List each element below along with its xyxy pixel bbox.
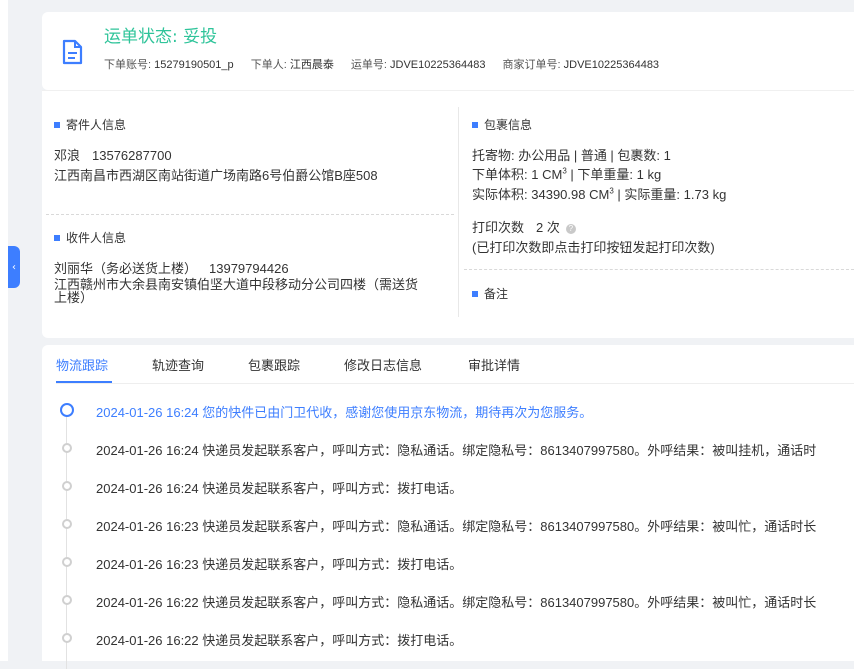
receiver-contact: 刘丽华（务必送货上楼） 13979794426 bbox=[54, 258, 289, 277]
print-count-value: 2 次 bbox=[536, 220, 560, 235]
timeline-dot bbox=[62, 443, 72, 453]
section-marker-icon bbox=[54, 121, 60, 128]
timeline-entry: 2024-01-26 16:24 您的快件已由门卫代收，感谢您使用京东物流，期待… bbox=[96, 405, 593, 420]
timeline-entry: 2024-01-26 16:22 快递员发起联系客户，呼叫方式：隐私通话。绑定隐… bbox=[96, 595, 817, 610]
sender-section-title: 寄件人信息 bbox=[54, 116, 126, 133]
timeline-entry: 2024-01-26 16:24 快递员发起联系客户，呼叫方式：隐私通话。绑定隐… bbox=[96, 443, 817, 458]
sender-phone: 13576287700 bbox=[92, 148, 172, 163]
section-marker-icon bbox=[472, 121, 478, 128]
dimension-separator: | bbox=[617, 187, 621, 202]
sender-address: 江西南昌市西湖区南站街道广场南路6号伯爵公馆B座508 bbox=[54, 168, 378, 183]
actual-weight-label: 实际重量: bbox=[624, 187, 681, 202]
waybill-number-label: 运单号: bbox=[350, 59, 387, 71]
actual-volume-value: 34390.98 CM bbox=[531, 187, 610, 202]
section-marker-icon bbox=[472, 290, 478, 297]
timeline-dot bbox=[62, 595, 72, 605]
sender-name: 邓浪 bbox=[54, 148, 81, 163]
section-marker-icon bbox=[54, 234, 60, 241]
timeline-entry: 2024-01-26 16:23 快递员发起联系客户，呼叫方式：隐私通话。绑定隐… bbox=[96, 519, 817, 534]
merchant-order-value: JDVE10225364483 bbox=[563, 59, 660, 71]
sender-receiver-divider bbox=[46, 214, 454, 215]
tab-package-tracking[interactable]: 包裹跟踪 bbox=[248, 355, 300, 374]
chevron-left-icon: ‹ bbox=[12, 261, 16, 273]
dimension-separator: | bbox=[570, 167, 574, 182]
package-order-dimensions: 下单体积: 1 CM3 | 下单重量: 1 kg bbox=[472, 164, 661, 183]
active-tab-indicator bbox=[56, 381, 112, 383]
print-count-row: 打印次数 2 次? bbox=[472, 217, 576, 236]
tab-logistics-tracking[interactable]: 物流跟踪 bbox=[56, 355, 108, 374]
print-count-hint: (已打印次数即点击打印按钮发起打印次数) bbox=[472, 240, 715, 255]
cube-unit-superscript: 3 bbox=[609, 186, 614, 196]
tracking-card: 物流跟踪 轨迹查询 包裹跟踪 修改日志信息 审批详情 2024-01-26 16… bbox=[42, 345, 854, 669]
receiver-name: 刘丽华（务必送货上楼） bbox=[54, 261, 198, 276]
receiver-address: 江西赣州市大余县南安镇伯坚大道中段移动分公司四楼（需送货上楼） bbox=[54, 277, 419, 305]
order-account-value: 15279190501_p bbox=[154, 59, 234, 71]
order-person-label: 下单人: bbox=[250, 59, 287, 71]
actual-volume-label: 实际体积: bbox=[472, 187, 528, 202]
package-section-title: 包裹信息 bbox=[472, 116, 532, 133]
column-divider bbox=[458, 107, 459, 317]
tab-trajectory-query[interactable]: 轨迹查询 bbox=[152, 355, 204, 374]
waybill-number-value: JDVE10225364483 bbox=[390, 59, 486, 71]
sender-title-text: 寄件人信息 bbox=[66, 118, 127, 132]
remark-section-title: 备注 bbox=[472, 285, 508, 302]
order-volume-label: 下单体积: bbox=[472, 167, 528, 182]
merchant-order-label: 商家订单号: bbox=[502, 59, 561, 71]
package-goods-line: 托寄物: 办公用品 | 普通 | 包裹数: 1 bbox=[472, 148, 671, 163]
package-title-text: 包裹信息 bbox=[484, 118, 533, 132]
waybill-header-card: 运单状态: 妥投 下单账号: 15279190501_p 下单人: 江西晨泰 运… bbox=[42, 12, 854, 90]
order-volume-value: 1 CM bbox=[531, 167, 563, 182]
actual-weight-value: 1.73 kg bbox=[683, 187, 727, 202]
receiver-title-text: 收件人信息 bbox=[66, 231, 127, 245]
timeline-dot bbox=[62, 519, 72, 529]
package-actual-dimensions: 实际体积: 34390.98 CM3 | 实际重量: 1.73 kg bbox=[472, 184, 726, 203]
package-remark-divider bbox=[464, 269, 854, 270]
sidebar-expand-toggle[interactable]: ‹ bbox=[8, 246, 20, 288]
cube-unit-superscript: 3 bbox=[562, 166, 567, 176]
timeline-dot-current bbox=[60, 403, 74, 417]
timeline-dot bbox=[62, 557, 72, 567]
order-account-label: 下单账号: bbox=[104, 59, 152, 71]
tab-approval-details[interactable]: 审批详情 bbox=[468, 355, 520, 374]
order-person-value: 江西晨泰 bbox=[289, 59, 334, 71]
tab-change-log[interactable]: 修改日志信息 bbox=[344, 355, 422, 374]
left-nav-strip bbox=[0, 0, 8, 661]
receiver-section-title: 收件人信息 bbox=[54, 229, 126, 246]
timeline-dot bbox=[62, 633, 72, 643]
shipment-info-card: 寄件人信息 邓浪 13576287700 江西南昌市西湖区南站街道广场南路6号伯爵… bbox=[42, 90, 854, 338]
timeline-entry: 2024-01-26 16:24 快递员发起联系客户，呼叫方式：拨打电话。 bbox=[96, 481, 463, 496]
document-icon bbox=[62, 39, 83, 65]
waybill-meta-line: 下单账号: 15279190501_p 下单人: 江西晨泰 运单号: JDVE1… bbox=[104, 56, 673, 72]
waybill-status-title: 运单状态: 妥投 bbox=[104, 27, 218, 47]
timeline-dot bbox=[62, 481, 72, 491]
help-icon[interactable]: ? bbox=[565, 223, 576, 234]
order-weight-label: 下单重量: bbox=[577, 167, 634, 182]
timeline-entry: 2024-01-26 16:23 快递员发起联系客户，呼叫方式：拨打电话。 bbox=[96, 557, 463, 572]
receiver-phone: 13979794426 bbox=[209, 261, 289, 276]
order-weight-value: 1 kg bbox=[636, 167, 662, 182]
tracking-tabs: 物流跟踪 轨迹查询 包裹跟踪 修改日志信息 审批详情 bbox=[56, 345, 854, 384]
sender-contact: 邓浪 13576287700 bbox=[54, 145, 172, 164]
remark-title-text: 备注 bbox=[484, 287, 509, 301]
timeline-entry: 2024-01-26 16:22 快递员发起联系客户，呼叫方式：拨打电话。 bbox=[96, 633, 463, 648]
print-count-label: 打印次数 bbox=[472, 220, 525, 235]
